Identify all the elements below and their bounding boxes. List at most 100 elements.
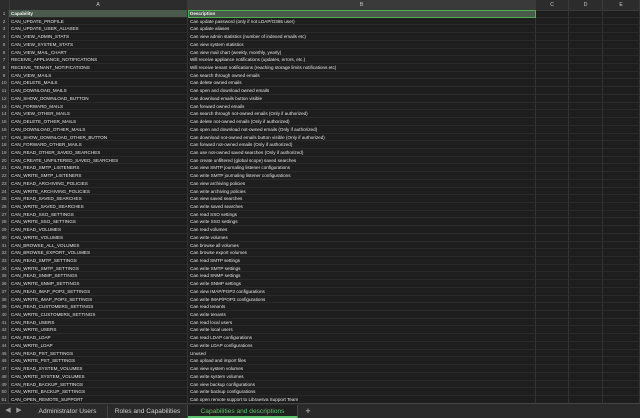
description-cell[interactable]: Can write LDAP configurations xyxy=(188,341,536,350)
column-header-a[interactable]: A xyxy=(9,0,188,10)
empty-cell[interactable] xyxy=(536,40,569,49)
empty-cell[interactable] xyxy=(603,210,640,219)
row-number[interactable]: 40 xyxy=(0,311,9,319)
empty-cell[interactable] xyxy=(603,79,640,88)
empty-cell[interactable] xyxy=(603,264,640,273)
capability-cell[interactable]: CAN_VIEW_MAILS xyxy=(9,71,188,80)
empty-cell[interactable] xyxy=(536,380,569,389)
empty-cell[interactable] xyxy=(536,202,569,211)
description-cell[interactable]: Will receive appliance notifications (up… xyxy=(188,56,536,65)
capability-cell[interactable]: RECEIVE_TENANT_NOTIFICATIONS xyxy=(9,64,188,72)
description-cell[interactable]: Can delete owned emails xyxy=(188,79,536,88)
empty-cell[interactable] xyxy=(603,133,640,142)
capability-cell[interactable]: CAN_WRITE_SMTP_SETTINGS xyxy=(9,264,188,273)
empty-cell[interactable] xyxy=(603,148,640,157)
capability-cell[interactable]: CAN_FORWARD_MAILS xyxy=(9,102,188,111)
empty-cell[interactable] xyxy=(536,257,569,265)
description-cell[interactable]: Can open remote support to Libraesva Sup… xyxy=(188,395,536,403)
row-number[interactable]: 32 xyxy=(0,249,9,257)
description-cell[interactable]: Can open and download owned emails xyxy=(188,87,536,95)
empty-cell[interactable] xyxy=(536,125,569,134)
empty-cell[interactable] xyxy=(569,187,603,196)
empty-cell[interactable] xyxy=(569,272,603,281)
empty-cell[interactable] xyxy=(569,280,603,288)
capability-cell[interactable]: CAN_WRITE_ARCHIVING_POLICIES xyxy=(9,187,188,196)
description-cell[interactable]: Can open and download not-owned emails (… xyxy=(188,125,536,134)
description-cell[interactable]: Can write system volumes xyxy=(188,372,536,381)
row-number[interactable]: 12 xyxy=(0,94,9,103)
empty-cell[interactable] xyxy=(603,94,640,103)
empty-cell[interactable] xyxy=(536,395,569,403)
row-number[interactable]: 50 xyxy=(0,388,9,396)
empty-cell[interactable] xyxy=(569,334,603,342)
empty-cell[interactable] xyxy=(603,87,640,95)
empty-cell[interactable] xyxy=(603,226,640,234)
row-number[interactable]: 35 xyxy=(0,272,9,281)
empty-cell[interactable] xyxy=(569,318,603,327)
row-number[interactable]: 10 xyxy=(0,79,9,88)
empty-cell[interactable] xyxy=(569,295,603,304)
capability-cell[interactable]: CAN_DELETE_MAILS xyxy=(9,79,188,88)
row-number[interactable]: 25 xyxy=(0,195,9,203)
empty-cell[interactable] xyxy=(536,241,569,250)
capability-cell[interactable]: CAN_UPDATE_PROFILE xyxy=(9,17,188,26)
description-cell[interactable]: Can search through not-owned emails (Onl… xyxy=(188,110,536,119)
capability-cell[interactable]: CAN_UPDATE_USER_ALIASES xyxy=(9,25,188,34)
empty-cell[interactable] xyxy=(603,118,640,126)
empty-cell[interactable] xyxy=(603,202,640,211)
empty-cell[interactable] xyxy=(603,125,640,134)
empty-cell[interactable] xyxy=(603,357,640,366)
description-cell[interactable]: Can write backup configurations xyxy=(188,388,536,396)
row-number[interactable]: 21 xyxy=(0,164,9,173)
capability-cell[interactable]: CAN_READ_CUSTOMERS_SETTINGS xyxy=(9,303,188,312)
capability-cell[interactable]: CAN_READ_ARCHIVING_POLICIES xyxy=(9,179,188,188)
empty-cell[interactable] xyxy=(569,311,603,319)
empty-cell[interactable] xyxy=(603,25,640,34)
capability-cell[interactable]: CAN_SHOW_DOWNLOAD_OTHER_BUTTON xyxy=(9,133,188,142)
row-number[interactable]: 34 xyxy=(0,264,9,273)
capability-cell[interactable]: CAN_READ_VOLUMES xyxy=(9,226,188,234)
column-header-b[interactable]: B xyxy=(188,0,536,10)
empty-cell[interactable] xyxy=(603,156,640,165)
capability-cell[interactable]: CAN_WRITE_SAVED_SEARCHES xyxy=(9,202,188,211)
empty-cell[interactable] xyxy=(569,249,603,257)
empty-cell[interactable] xyxy=(603,249,640,257)
row-number[interactable]: 16 xyxy=(0,125,9,134)
empty-cell[interactable] xyxy=(603,195,640,203)
row-number[interactable]: 28 xyxy=(0,218,9,227)
empty-cell[interactable] xyxy=(536,94,569,103)
description-cell[interactable]: Can download not-owned emails button vis… xyxy=(188,133,536,142)
description-cell[interactable]: Can write SSO settings xyxy=(188,218,536,227)
empty-cell[interactable] xyxy=(536,172,569,180)
empty-cell[interactable] xyxy=(569,287,603,296)
empty-cell[interactable] xyxy=(536,295,569,304)
empty-cell[interactable] xyxy=(569,148,603,157)
empty-cell[interactable] xyxy=(536,334,569,342)
empty-cell[interactable] xyxy=(569,71,603,80)
empty-cell[interactable] xyxy=(569,102,603,111)
row-number[interactable]: 41 xyxy=(0,318,9,327)
row-number[interactable]: 9 xyxy=(0,71,9,80)
description-cell[interactable]: Can view IMAP/POP3 configurations xyxy=(188,287,536,296)
empty-cell[interactable] xyxy=(536,164,569,173)
row-number[interactable]: 22 xyxy=(0,172,9,180)
empty-cell[interactable] xyxy=(536,272,569,281)
row-number[interactable]: 38 xyxy=(0,295,9,304)
empty-cell[interactable] xyxy=(536,226,569,234)
empty-cell[interactable] xyxy=(603,56,640,65)
empty-cell[interactable] xyxy=(536,33,569,41)
description-cell[interactable]: Can view admin statistics (number of ind… xyxy=(188,33,536,41)
row-number[interactable]: 39 xyxy=(0,303,9,312)
capability-cell[interactable]: RECEIVE_APPLIANCE_NOTIFICATIONS xyxy=(9,56,188,65)
empty-cell[interactable] xyxy=(603,141,640,149)
empty-cell[interactable] xyxy=(603,349,640,358)
empty-cell[interactable] xyxy=(536,17,569,26)
empty-cell[interactable] xyxy=(536,102,569,111)
empty-cell[interactable] xyxy=(603,326,640,335)
capability-cell[interactable]: CAN_FORWARD_OTHER_MAILS xyxy=(9,141,188,149)
description-cell[interactable]: Unused xyxy=(188,349,536,358)
header-cell-description[interactable]: Description xyxy=(188,10,536,18)
row-number[interactable]: 7 xyxy=(0,56,9,65)
capability-cell[interactable]: CAN_WRITE_IMAP_POP3_SETTINGS xyxy=(9,295,188,304)
description-cell[interactable]: Can view saved searches xyxy=(188,195,536,203)
